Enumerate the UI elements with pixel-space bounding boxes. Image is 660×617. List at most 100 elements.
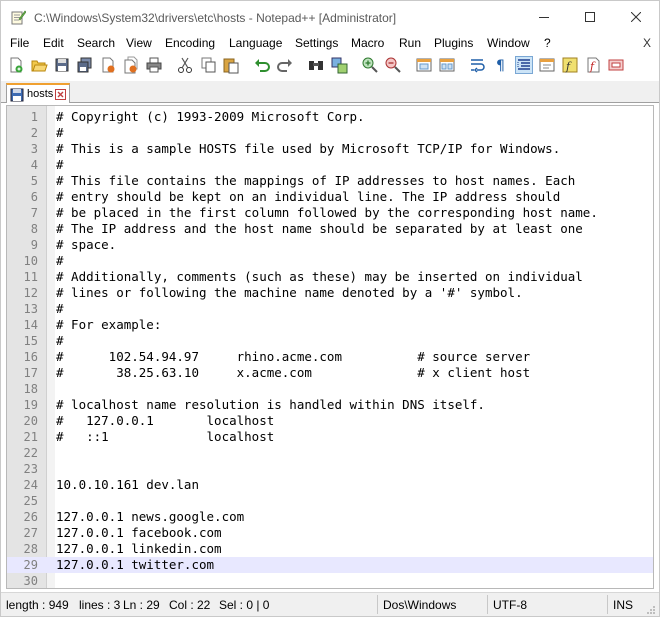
editor-line[interactable]: 23 — [7, 461, 653, 477]
minimize-button[interactable] — [521, 1, 567, 33]
paste-icon[interactable] — [222, 56, 240, 74]
menu-view[interactable]: View — [126, 36, 152, 50]
new-file-icon[interactable] — [7, 56, 25, 74]
find-icon[interactable] — [307, 56, 325, 74]
editor-line[interactable]: 12 # lines or following the machine name … — [7, 285, 653, 301]
cut-icon[interactable] — [176, 56, 194, 74]
line-text[interactable]: # 38.25.63.10 x.acme.com # x client host — [56, 365, 530, 381]
text-editor[interactable]: 1 # Copyright (c) 1993-2009 Microsoft Cor… — [6, 105, 654, 589]
menu-window[interactable]: Window — [487, 36, 530, 50]
editor-line[interactable]: 4 # — [7, 157, 653, 173]
tab-hosts[interactable]: hosts — [6, 83, 70, 103]
editor-line[interactable]: 7 # be placed in the first column followe… — [7, 205, 653, 221]
line-text[interactable]: # localhost name resolution is handled w… — [56, 397, 485, 413]
editor-line[interactable]: 14 # For example: — [7, 317, 653, 333]
copy-icon[interactable] — [199, 56, 217, 74]
menu-search[interactable]: Search — [77, 36, 115, 50]
status-eol-format[interactable]: Dos\Windows — [383, 598, 456, 612]
line-text[interactable]: # — [56, 301, 64, 317]
function-list-icon[interactable]: f — [561, 56, 579, 74]
editor-line[interactable]: 9 # space. — [7, 237, 653, 253]
close-window-button[interactable] — [613, 1, 659, 33]
menu-encoding[interactable]: Encoding — [165, 36, 215, 50]
record-macro-icon[interactable]: f — [584, 56, 602, 74]
line-text[interactable]: # 102.54.94.97 rhino.acme.com # source s… — [56, 349, 530, 365]
editor-line[interactable]: 6 # entry should be kept on an individual… — [7, 189, 653, 205]
sync-vertical-icon[interactable] — [415, 56, 433, 74]
line-text[interactable]: 127.0.0.1 facebook.com — [56, 525, 222, 541]
editor-line[interactable]: 30 — [7, 573, 653, 588]
line-text[interactable]: # space. — [56, 237, 116, 253]
menu-settings[interactable]: Settings — [295, 36, 338, 50]
resize-grip-icon[interactable] — [646, 604, 656, 617]
maximize-button[interactable] — [567, 1, 613, 33]
editor-line[interactable]: 29 127.0.0.1 twitter.com — [7, 557, 653, 573]
document-map-icon[interactable] — [538, 56, 556, 74]
editor-line[interactable]: 10 # — [7, 253, 653, 269]
close-file-icon[interactable] — [99, 56, 117, 74]
replace-icon[interactable] — [330, 56, 348, 74]
line-text[interactable]: # — [56, 333, 64, 349]
menu-plugins[interactable]: Plugins — [434, 36, 473, 50]
editor-line[interactable]: 26 127.0.0.1 news.google.com — [7, 509, 653, 525]
editor-line[interactable]: 15 # — [7, 333, 653, 349]
editor-line[interactable]: 18 — [7, 381, 653, 397]
menu-language[interactable]: Language — [229, 36, 282, 50]
print-icon[interactable] — [145, 56, 163, 74]
menu-macro[interactable]: Macro — [351, 36, 384, 50]
menu-file[interactable]: File — [10, 36, 29, 50]
close-all-icon[interactable] — [122, 56, 140, 74]
editor-line[interactable]: 21 # ::1 localhost — [7, 429, 653, 445]
editor-line[interactable]: 25 — [7, 493, 653, 509]
zoom-out-icon[interactable] — [384, 56, 402, 74]
zoom-in-icon[interactable] — [361, 56, 379, 74]
sync-horizontal-icon[interactable] — [438, 56, 456, 74]
editor-line[interactable]: 13 # — [7, 301, 653, 317]
tab-close-icon[interactable] — [55, 89, 66, 100]
line-text[interactable]: # This is a sample HOSTS file used by Mi… — [56, 141, 560, 157]
redo-icon[interactable] — [276, 56, 294, 74]
editor-line[interactable]: 28 127.0.0.1 linkedin.com — [7, 541, 653, 557]
editor-line[interactable]: 22 — [7, 445, 653, 461]
editor-line[interactable]: 27 127.0.0.1 facebook.com — [7, 525, 653, 541]
status-encoding[interactable]: UTF-8 — [493, 598, 527, 612]
editor-line[interactable]: 5 # This file contains the mappings of IP… — [7, 173, 653, 189]
editor-line[interactable]: 3 # This is a sample HOSTS file used by M… — [7, 141, 653, 157]
editor-line[interactable]: 1 # Copyright (c) 1993-2009 Microsoft Cor… — [7, 109, 653, 125]
line-text[interactable]: # Copyright (c) 1993-2009 Microsoft Corp… — [56, 109, 365, 125]
line-text[interactable]: 127.0.0.1 twitter.com — [56, 557, 214, 573]
line-text[interactable]: 127.0.0.1 linkedin.com — [56, 541, 222, 557]
line-text[interactable]: # For example: — [56, 317, 161, 333]
editor-line[interactable]: 8 # The IP address and the host name shou… — [7, 221, 653, 237]
line-text[interactable]: # — [56, 253, 64, 269]
menu-edit[interactable]: Edit — [43, 36, 64, 50]
undo-icon[interactable] — [253, 56, 271, 74]
line-text[interactable]: 10.0.10.161 dev.lan — [56, 477, 199, 493]
line-text[interactable]: # Additionally, comments (such as these)… — [56, 269, 583, 285]
line-text[interactable]: # — [56, 157, 64, 173]
indent-guide-icon[interactable] — [515, 56, 533, 74]
line-text[interactable]: # entry should be kept on an individual … — [56, 189, 560, 205]
menu-run[interactable]: Run — [399, 36, 421, 50]
save-icon[interactable] — [53, 56, 71, 74]
status-insert-mode[interactable]: INS — [613, 598, 633, 612]
show-all-characters-icon[interactable]: ¶ — [492, 56, 510, 74]
editor-line[interactable]: 24 10.0.10.161 dev.lan — [7, 477, 653, 493]
editor-line[interactable]: 11 # Additionally, comments (such as thes… — [7, 269, 653, 285]
save-all-icon[interactable] — [76, 56, 94, 74]
editor-line[interactable]: 17 # 38.25.63.10 x.acme.com # x client ho… — [7, 365, 653, 381]
line-text[interactable]: # — [56, 125, 64, 141]
menu-help[interactable]: ? — [544, 36, 551, 50]
word-wrap-icon[interactable] — [469, 56, 487, 74]
stop-recording-icon[interactable] — [607, 56, 625, 74]
close-document-button[interactable]: X — [643, 36, 651, 50]
editor-line[interactable]: 16 # 102.54.94.97 rhino.acme.com # source… — [7, 349, 653, 365]
line-text[interactable]: # 127.0.0.1 localhost — [56, 413, 274, 429]
line-text[interactable]: # be placed in the first column followed… — [56, 205, 598, 221]
open-file-icon[interactable] — [30, 56, 48, 74]
editor-line[interactable]: 2 # — [7, 125, 653, 141]
editor-line[interactable]: 19 # localhost name resolution is handled… — [7, 397, 653, 413]
line-text[interactable]: # This file contains the mappings of IP … — [56, 173, 575, 189]
line-text[interactable]: # lines or following the machine name de… — [56, 285, 523, 301]
title-bar[interactable]: C:\Windows\System32\drivers\etc\hosts - … — [1, 1, 659, 35]
